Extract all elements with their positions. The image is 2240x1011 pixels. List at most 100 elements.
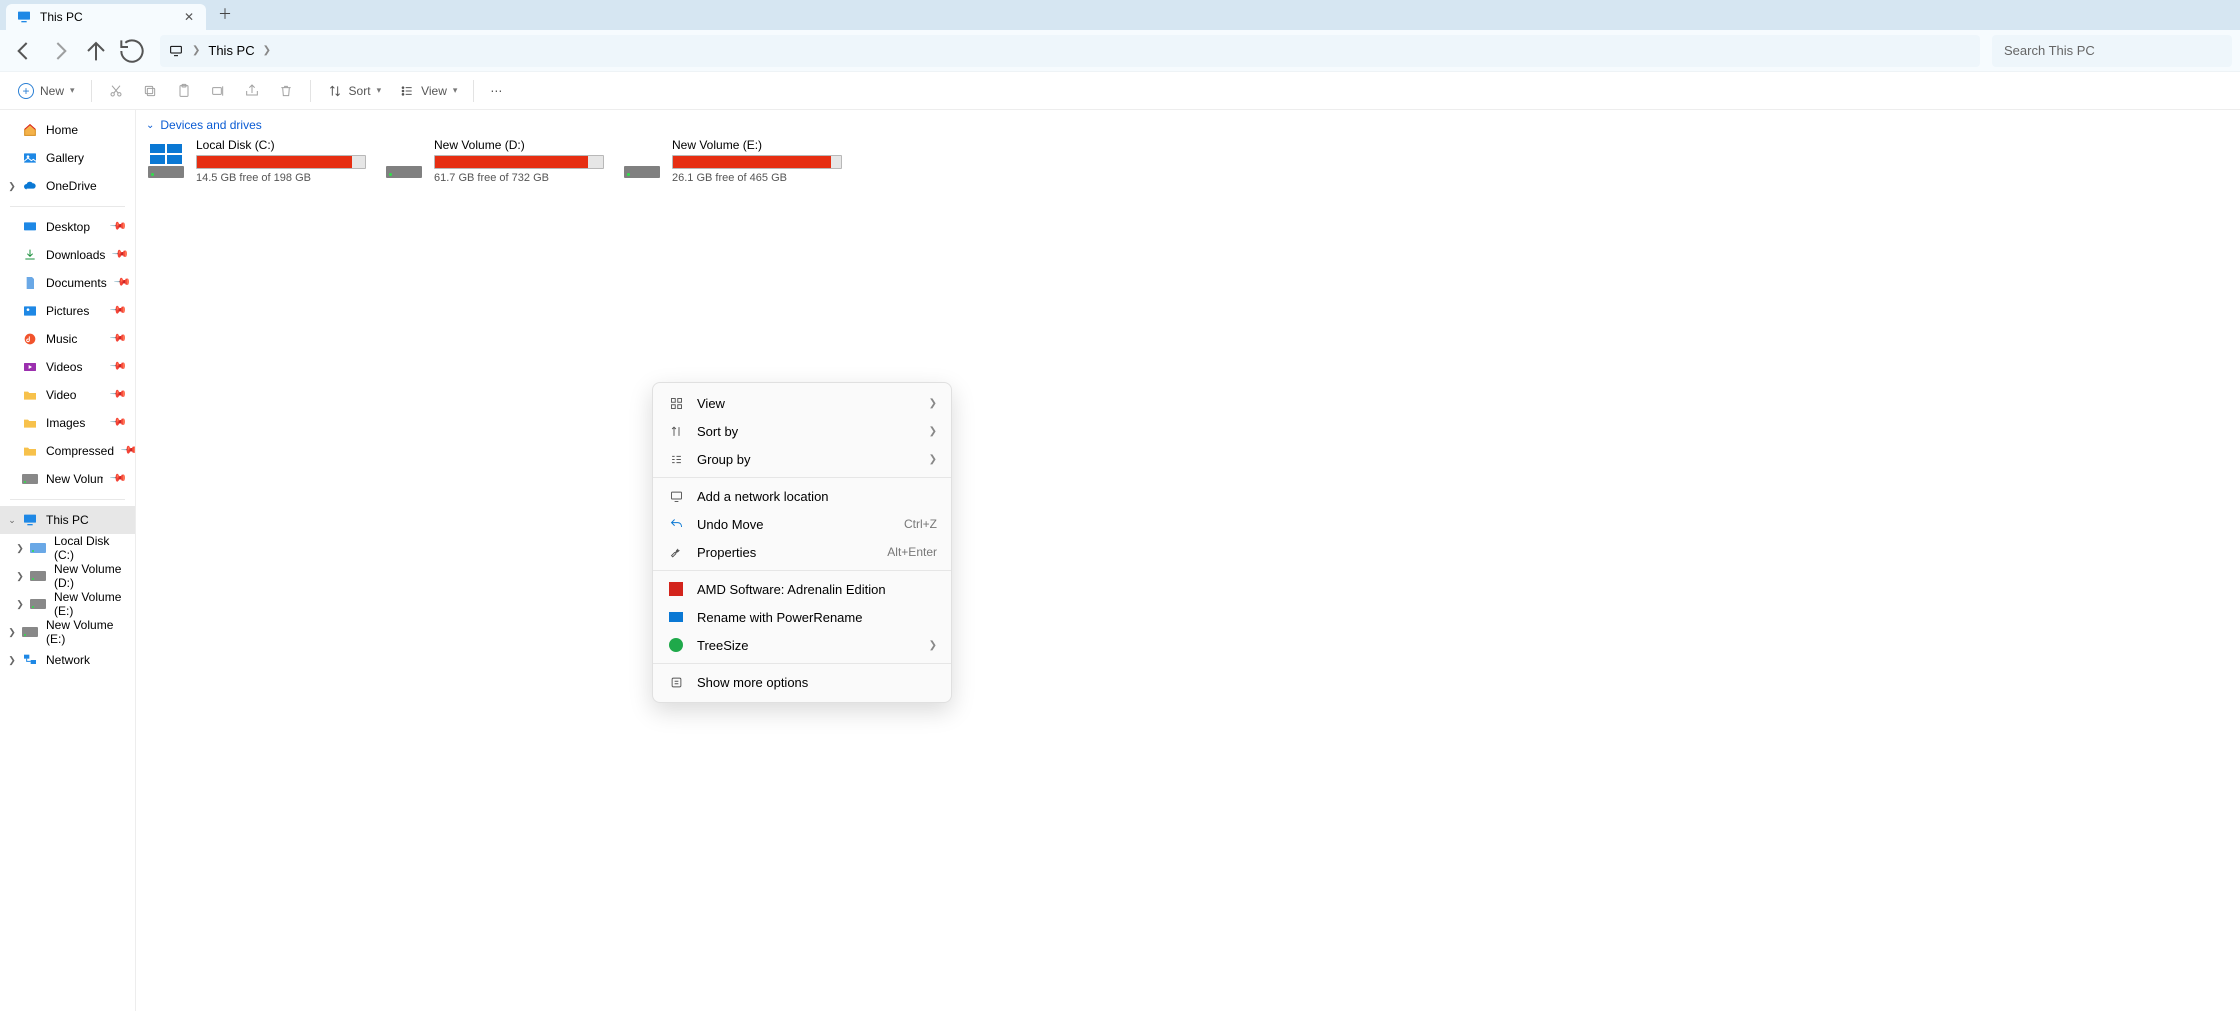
sidebar-item-pictures[interactable]: Pictures📌 [0, 297, 135, 325]
drive-item[interactable]: Local Disk (C:) 14.5 GB free of 198 GB [146, 138, 366, 184]
treesize-icon [667, 638, 685, 652]
drive-icon [384, 138, 424, 178]
drive-item[interactable]: New Volume (D:) 61.7 GB free of 732 GB [384, 138, 604, 184]
sidebar-item-newvol-d[interactable]: ❯ New Volume (D:) [0, 562, 135, 590]
new-tab-button[interactable]: ＋ [210, 4, 240, 24]
chevron-right-icon[interactable]: ❯ [14, 543, 26, 554]
drive-name: New Volume (E:) [672, 138, 842, 152]
rename-button[interactable] [202, 76, 234, 106]
ctx-amd[interactable]: AMD Software: Adrenalin Edition [653, 575, 951, 603]
undo-icon [667, 517, 685, 532]
sidebar-item-images[interactable]: Images📌 [0, 409, 135, 437]
drive-usage-bar [196, 155, 366, 169]
separator [10, 206, 125, 207]
sidebar-item-this-pc[interactable]: ⌄ This PC [0, 506, 135, 534]
content-area[interactable]: ⌄ Devices and drives Local Disk (C:) 14.… [136, 110, 2240, 1011]
drive-icon [622, 138, 662, 178]
sidebar-item-gallery[interactable]: Gallery [0, 144, 135, 172]
sidebar-item-compressed[interactable]: Compressed📌 [0, 437, 135, 465]
forward-button[interactable] [44, 35, 76, 67]
ctx-undo[interactable]: Undo Move Ctrl+Z [653, 510, 951, 538]
pictures-icon [22, 303, 38, 319]
pin-icon: 📌 [113, 272, 135, 294]
sort-button[interactable]: Sort ▾ [319, 76, 390, 106]
up-button[interactable] [80, 35, 112, 67]
chevron-down-icon[interactable]: ⌄ [6, 515, 18, 526]
chevron-right-icon[interactable]: ❯ [192, 45, 200, 56]
label: Desktop [46, 220, 90, 234]
chevron-right-icon[interactable]: ❯ [14, 599, 26, 610]
network-location-icon [667, 489, 685, 504]
ctx-groupby[interactable]: Group by ❯ [653, 445, 951, 473]
address-box[interactable]: ❯ This PC ❯ [160, 35, 1980, 67]
chevron-right-icon[interactable]: ❯ [6, 655, 18, 666]
tab-this-pc[interactable]: This PC ✕ [6, 4, 206, 30]
videos-icon [22, 359, 38, 375]
group-icon [667, 452, 685, 467]
sidebar-item-video[interactable]: Video📌 [0, 381, 135, 409]
sidebar-item-music[interactable]: Music 📌 [0, 325, 135, 353]
chevron-right-icon[interactable]: ❯ [263, 45, 271, 56]
ctx-treesize[interactable]: TreeSize ❯ [653, 631, 951, 659]
label: Music [46, 332, 77, 346]
gallery-icon [22, 150, 38, 166]
paste-button[interactable] [168, 76, 200, 106]
search-input[interactable]: Search This PC [1992, 35, 2232, 67]
cut-button[interactable] [100, 76, 132, 106]
ctx-add-network[interactable]: Add a network location [653, 482, 951, 510]
toolbar: + New ▾ Sort ▾ View ▾ ⋯ [0, 72, 2240, 110]
pin-icon: 📌 [109, 328, 131, 350]
ctx-powerrename[interactable]: Rename with PowerRename [653, 603, 951, 631]
label: New Volume (D:) [54, 562, 129, 590]
drive-name: Local Disk (C:) [196, 138, 366, 152]
drive-os-icon [146, 138, 186, 178]
chevron-down-icon: ▾ [377, 85, 382, 96]
drive-item[interactable]: New Volume (E:) 26.1 GB free of 465 GB [622, 138, 842, 184]
folder-icon [22, 415, 38, 431]
label: New Volume (E:) [54, 590, 129, 618]
sidebar-item-downloads[interactable]: Downloads📌 [0, 241, 135, 269]
tab-strip: This PC ✕ ＋ [0, 0, 2240, 30]
sidebar-item-videos[interactable]: Videos📌 [0, 353, 135, 381]
sidebar-item-documents[interactable]: Documents📌 [0, 269, 135, 297]
pin-icon: 📌 [111, 244, 133, 266]
close-icon[interactable]: ✕ [182, 10, 196, 24]
tab-title: This PC [40, 10, 182, 24]
sidebar-item-newvol-e2[interactable]: ❯ New Volume (E:) [0, 618, 135, 646]
label: OneDrive [46, 179, 97, 193]
pin-icon: 📌 [109, 384, 131, 406]
sidebar-item-newvol-e[interactable]: ❯ New Volume (E:) [0, 590, 135, 618]
sort-label: Sort [349, 84, 371, 98]
view-button[interactable]: View ▾ [391, 76, 465, 106]
sidebar-item-home[interactable]: Home [0, 116, 135, 144]
chevron-right-icon: ❯ [929, 454, 937, 465]
delete-button[interactable] [270, 76, 302, 106]
chevron-down-icon: ▾ [453, 85, 458, 96]
sidebar-item-newvol-d-pin[interactable]: New Volume (D:)📌 [0, 465, 135, 493]
label: Rename with PowerRename [697, 610, 937, 625]
label: Show more options [697, 675, 937, 690]
copy-button[interactable] [134, 76, 166, 106]
chevron-right-icon[interactable]: ❯ [6, 627, 18, 638]
breadcrumb-this-pc[interactable]: This PC [208, 43, 254, 58]
new-button[interactable]: + New ▾ [10, 76, 83, 106]
refresh-button[interactable] [116, 35, 148, 67]
ctx-more-options[interactable]: Show more options [653, 668, 951, 696]
home-icon [22, 122, 38, 138]
ctx-view[interactable]: View ❯ [653, 389, 951, 417]
chevron-right-icon: ❯ [929, 426, 937, 437]
sidebar-item-network[interactable]: ❯ Network [0, 646, 135, 674]
sidebar-item-desktop[interactable]: Desktop📌 [0, 213, 135, 241]
share-button[interactable] [236, 76, 268, 106]
ctx-properties[interactable]: Properties Alt+Enter [653, 538, 951, 566]
ctx-sortby[interactable]: Sort by ❯ [653, 417, 951, 445]
sidebar-item-local-c[interactable]: ❯ Local Disk (C:) [0, 534, 135, 562]
drive-icon [30, 596, 46, 612]
group-header-devices[interactable]: ⌄ Devices and drives [146, 118, 2230, 132]
back-button[interactable] [8, 35, 40, 67]
chevron-right-icon[interactable]: ❯ [14, 571, 26, 582]
chevron-right-icon[interactable]: ❯ [6, 181, 18, 192]
main: Home Gallery ❯ OneDrive Desktop📌 Downloa… [0, 110, 2240, 1011]
sidebar-item-onedrive[interactable]: ❯ OneDrive [0, 172, 135, 200]
more-button[interactable]: ⋯ [482, 76, 510, 106]
